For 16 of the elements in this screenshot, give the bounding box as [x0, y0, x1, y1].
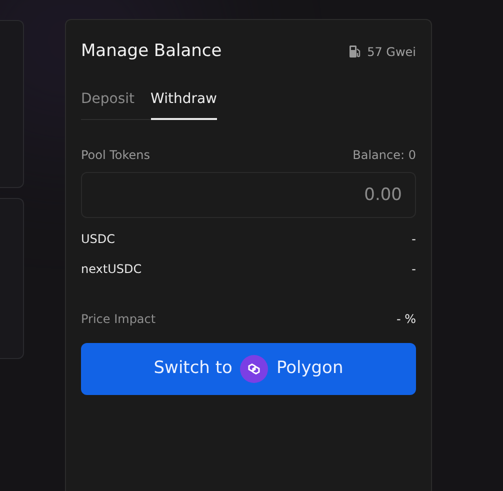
amount-field[interactable]: 0.00	[81, 172, 416, 218]
tab[interactable]: Deposit	[81, 88, 135, 120]
asset-name: USDC	[81, 230, 116, 248]
price-impact-label: Price Impact	[81, 310, 156, 328]
asset-value: -	[412, 230, 416, 248]
balance-label: Balance: 0	[352, 146, 416, 164]
linked-chain-icon	[240, 354, 268, 382]
card-title: Manage Balance	[81, 40, 222, 63]
price-impact-value: - %	[396, 310, 416, 328]
asset-value: -	[412, 260, 416, 278]
fuel-pump-icon	[349, 45, 362, 58]
switch-network-button[interactable]: Switch to Polygon	[81, 342, 416, 394]
pool-tokens-label: Pool Tokens	[81, 146, 150, 164]
gas-price: 57 Gwei	[367, 44, 416, 61]
tab[interactable]: Withdraw	[150, 88, 217, 120]
asset-name: nextUSDC	[81, 260, 142, 278]
